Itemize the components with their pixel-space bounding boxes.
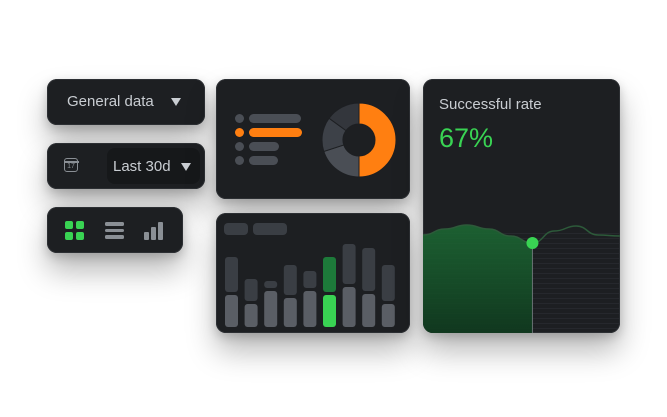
list-icon[interactable]: [105, 222, 124, 239]
success-rate-chart: [423, 224, 620, 333]
donut-chart: [321, 102, 397, 178]
bar-bottom: [225, 295, 238, 327]
grid-icon[interactable]: [65, 221, 85, 241]
rate-title: Successful rate: [439, 96, 542, 113]
bar-bottom: [303, 291, 317, 327]
bar-top: [264, 281, 278, 288]
bar-top: [342, 244, 356, 284]
bar-bottom-highlight: [323, 295, 336, 327]
general-data-dropdown[interactable]: General data: [47, 79, 205, 125]
bar-bottom: [244, 304, 258, 327]
bar-bottom: [362, 294, 376, 327]
date-filter: 17 Last 30d: [47, 143, 205, 189]
bar-chart-card: [216, 213, 410, 333]
bar-chart: [225, 244, 395, 327]
rate-marker[interactable]: [526, 237, 539, 249]
bar-bottom: [283, 298, 297, 327]
donut-slice-active: [358, 102, 397, 178]
rate-value: 67%: [439, 123, 494, 153]
dropdown-label: General data: [67, 93, 154, 110]
bar-top: [362, 248, 376, 291]
donut-chart-card: [216, 79, 410, 199]
bar-bottom: [342, 287, 356, 327]
caret-down-icon: [181, 163, 191, 171]
bar-top: [225, 257, 238, 292]
bar-chart-icon[interactable]: [144, 222, 164, 240]
date-range-label: Last 30d: [113, 158, 171, 175]
success-rate-card: Successful rate 67%: [423, 79, 620, 333]
date-range-select[interactable]: Last 30d: [107, 148, 200, 184]
bar-bottom: [381, 304, 395, 327]
bar-top: [303, 271, 317, 288]
caret-down-icon: [171, 98, 181, 106]
calendar-day: 17: [67, 163, 75, 170]
bar-top: [283, 265, 297, 295]
calendar-icon[interactable]: 17: [63, 158, 79, 172]
bar-bottom: [264, 291, 278, 327]
view-toggle: [47, 207, 183, 253]
bar-top-highlight: [323, 257, 336, 292]
bar-top: [244, 279, 258, 301]
bar-top: [381, 265, 395, 301]
